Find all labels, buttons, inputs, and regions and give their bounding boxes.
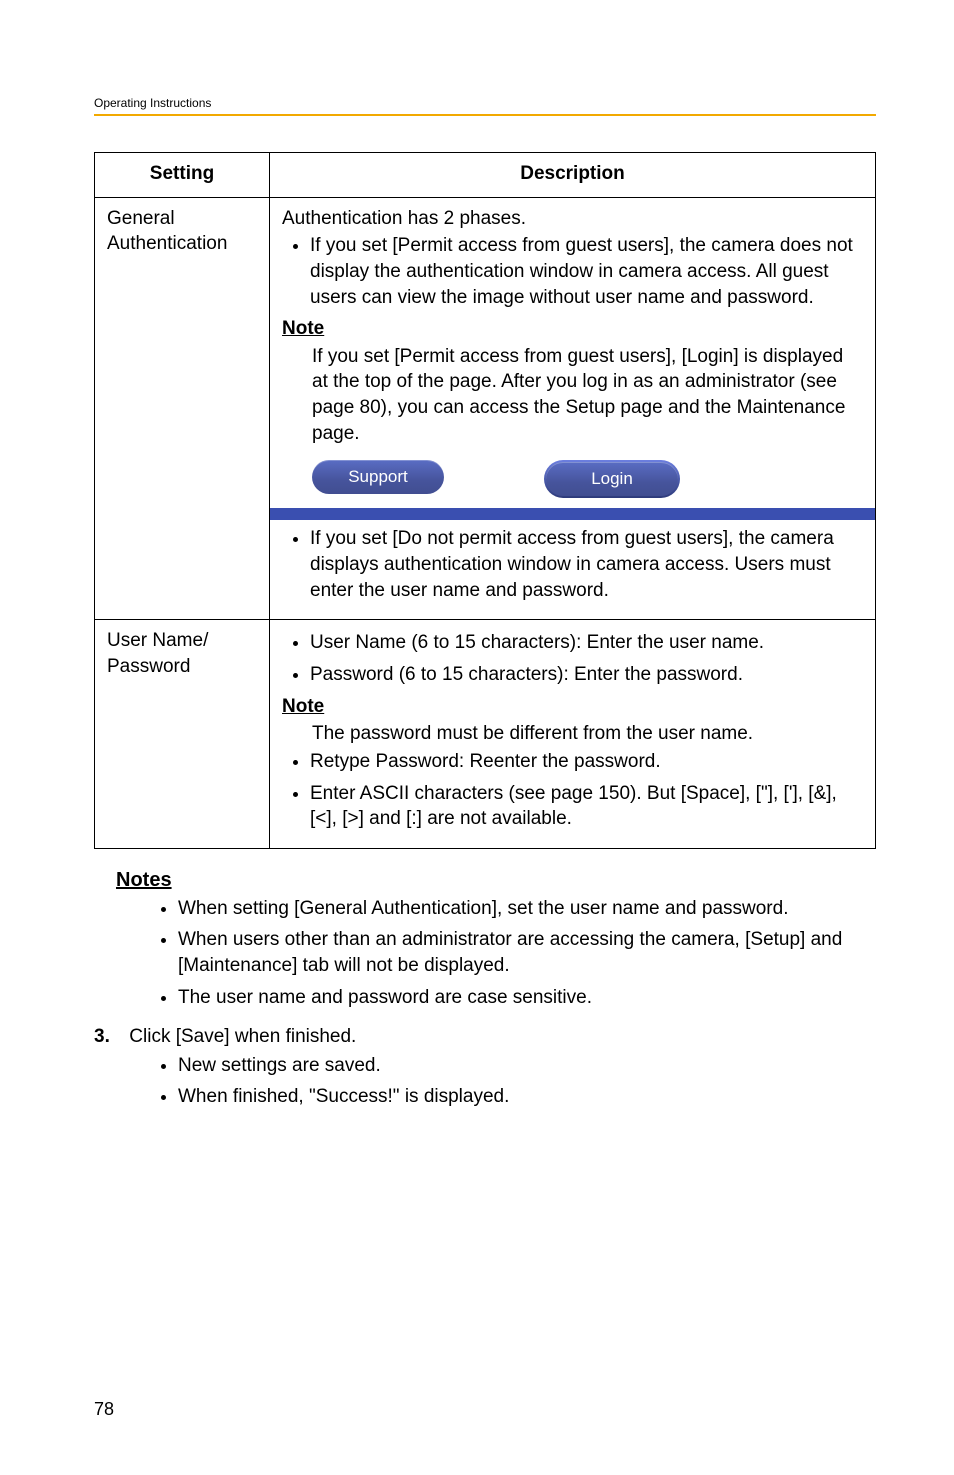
header-rule [94,114,876,116]
list-item: The user name and password are case sens… [178,985,876,1011]
desc-bullet: Password (6 to 15 characters): Enter the… [310,662,863,688]
login-button-outline[interactable]: Login [544,460,680,498]
blue-strip [270,508,875,520]
notes-list: When setting [General Authentication], s… [94,896,876,1011]
note-heading: Note [282,316,863,342]
list-item: When setting [General Authentication], s… [178,896,876,922]
login-button[interactable]: Login [546,462,678,496]
notes-heading: Notes [116,869,876,892]
desc-bullet: User Name (6 to 15 characters): Enter th… [310,630,863,656]
cell-setting-general-auth: General Authentication [95,197,270,620]
cell-desc-username-password: User Name (6 to 15 characters): Enter th… [270,620,876,848]
note-indent-text: The password must be different from the … [312,721,863,747]
settings-table: Setting Description General Authenticati… [94,152,876,849]
page-number: 78 [94,1399,114,1420]
list-item: When users other than an administrator a… [178,927,876,978]
desc-bullet: If you set [Do not permit access from gu… [310,526,863,603]
note-body: If you set [Permit access from guest use… [312,344,863,447]
cell-setting-username-password: User Name/ Password [95,620,270,848]
desc-bullet: If you set [Permit access from guest use… [310,233,863,310]
list-item: New settings are saved. [178,1053,876,1080]
desc-bullet: Enter ASCII characters (see page 150). B… [310,781,863,832]
support-button[interactable]: Support [312,460,444,494]
step-text: Click [Save] when finished. [129,1026,356,1047]
step-sub-list: New settings are saved. When finished, "… [94,1053,876,1110]
running-header: Operating Instructions [94,96,876,110]
note-heading: Note [282,694,863,720]
table-row: User Name/ Password User Name (6 to 15 c… [95,620,876,848]
desc-bullet: Retype Password: Reenter the password. [310,749,863,775]
step-3: 3. Click [Save] when finished. [94,1024,876,1051]
cell-desc-general-auth: Authentication has 2 phases. If you set … [270,197,876,620]
th-setting: Setting [95,153,270,198]
list-item: When finished, "Success!" is displayed. [178,1084,876,1111]
th-description: Description [270,153,876,198]
button-row: Support Login [312,460,863,498]
desc-intro: Authentication has 2 phases. [282,206,863,232]
step-number: 3. [94,1024,124,1051]
table-row: General Authentication Authentication ha… [95,197,876,620]
